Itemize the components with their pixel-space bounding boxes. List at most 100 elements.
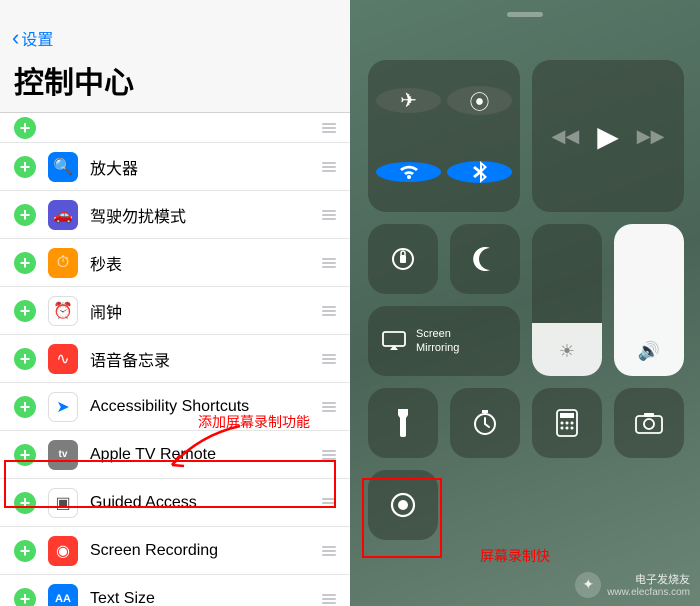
- calculator-icon: [556, 409, 578, 437]
- add-button[interactable]: [14, 117, 36, 139]
- controls-list: - 🔍放大器🚗驾驶勿扰模式⏱秒表⏰闹钟∿语音备忘录➤Accessibility …: [0, 113, 350, 606]
- watermark-logo-icon: ✦: [575, 572, 601, 598]
- row-label: Screen Recording: [90, 542, 322, 560]
- timer-icon: [471, 409, 499, 437]
- add-button[interactable]: [14, 396, 36, 418]
- row-label: 语音备忘录: [90, 347, 322, 371]
- play-icon[interactable]: ▶: [597, 120, 619, 153]
- moon-icon: [472, 246, 498, 272]
- list-row: ∿ 语音备忘录: [0, 335, 350, 383]
- row-label: 闹钟: [90, 299, 322, 323]
- add-button[interactable]: [14, 204, 36, 226]
- watermark-url: www.elecfans.com: [607, 587, 690, 598]
- do-not-disturb-button[interactable]: [450, 224, 520, 294]
- list-row: ▣ Guided Access: [0, 479, 350, 527]
- nav-header: ‹ 设置: [0, 20, 350, 54]
- reorder-handle-icon[interactable]: [322, 546, 336, 556]
- timer-button[interactable]: [450, 388, 520, 458]
- antenna-icon: ⦿: [470, 86, 490, 115]
- list-row-partial: -: [0, 113, 350, 143]
- control-center-panel: ✈ ⦿ ◀◀ ▶ ▶▶ ☀ 🔊: [350, 0, 700, 606]
- magnifier-icon: 🔍: [48, 152, 78, 182]
- wifi-icon: [397, 162, 421, 182]
- reorder-handle-icon[interactable]: [322, 354, 336, 364]
- wifi-button[interactable]: [376, 162, 441, 182]
- list-row: ⏰ 闹钟: [0, 287, 350, 335]
- settings-panel: ‹ 设置 控制中心 - 🔍放大器🚗驾驶勿扰模式⏱秒表⏰闹钟∿语音备忘录➤Acce…: [0, 0, 350, 606]
- car-icon: 🚗: [48, 200, 78, 230]
- reorder-handle-icon[interactable]: [322, 123, 336, 133]
- orientation-lock-button[interactable]: [368, 224, 438, 294]
- sun-icon: ☀: [559, 341, 575, 362]
- row-label: Guided Access: [90, 494, 322, 512]
- bluetooth-button[interactable]: [447, 161, 512, 183]
- text-size-icon: AA: [48, 584, 78, 606]
- cellular-data-button[interactable]: ⦿: [447, 86, 512, 115]
- alarm-icon: ⏰: [48, 296, 78, 326]
- add-button[interactable]: [14, 588, 36, 606]
- bluetooth-icon: [473, 161, 487, 183]
- rotation-lock-icon: [388, 244, 418, 274]
- row-label: 秒表: [90, 251, 322, 275]
- chevron-left-icon: ‹: [12, 27, 19, 49]
- reorder-handle-icon[interactable]: [322, 450, 336, 460]
- status-bar: [0, 0, 350, 20]
- row-label: 放大器: [90, 155, 322, 179]
- add-button[interactable]: [14, 444, 36, 466]
- screen-mirroring-label: Screen Mirroring: [416, 327, 459, 356]
- accessibility-icon: ➤: [48, 392, 78, 422]
- airplane-icon: ✈: [400, 88, 417, 113]
- flashlight-button[interactable]: [368, 388, 438, 458]
- apple-tv-icon: tv: [48, 440, 78, 470]
- grabber-handle-icon[interactable]: [507, 12, 543, 17]
- connectivity-card: ✈ ⦿: [368, 60, 520, 212]
- speaker-icon: 🔊: [638, 341, 660, 362]
- list-row: 🔍 放大器: [0, 143, 350, 191]
- row-label: Apple TV Remote: [90, 446, 322, 464]
- record-icon: [388, 490, 418, 520]
- reorder-handle-icon[interactable]: [322, 210, 336, 220]
- add-button[interactable]: [14, 252, 36, 274]
- reorder-handle-icon[interactable]: [322, 306, 336, 316]
- reorder-handle-icon[interactable]: [322, 162, 336, 172]
- reorder-handle-icon[interactable]: [322, 258, 336, 268]
- screen-recording-button[interactable]: [368, 470, 438, 540]
- reorder-handle-icon[interactable]: [322, 594, 336, 604]
- back-button[interactable]: ‹ 设置: [12, 26, 338, 50]
- volume-slider[interactable]: 🔊: [614, 224, 684, 376]
- row-label: 驾驶勿扰模式: [90, 203, 322, 227]
- add-button[interactable]: [14, 300, 36, 322]
- list-row: ◉Screen Recording: [0, 527, 350, 575]
- media-card[interactable]: ◀◀ ▶ ▶▶: [532, 60, 684, 212]
- flashlight-icon: [396, 409, 410, 437]
- screen-mirroring-icon: [382, 331, 406, 351]
- camera-button[interactable]: [614, 388, 684, 458]
- add-button[interactable]: [14, 348, 36, 370]
- next-track-icon[interactable]: ▶▶: [637, 126, 665, 147]
- screen-mirroring-button[interactable]: Screen Mirroring: [368, 306, 520, 376]
- brightness-slider[interactable]: ☀: [532, 224, 602, 376]
- list-row: AAText Size: [0, 575, 350, 606]
- voice-memo-icon: ∿: [48, 344, 78, 374]
- add-button[interactable]: [14, 540, 36, 562]
- control-center-grid: ✈ ⦿ ◀◀ ▶ ▶▶ ☀ 🔊: [368, 60, 682, 540]
- camera-icon: [635, 412, 663, 434]
- stopwatch-icon: ⏱: [48, 248, 78, 278]
- airplane-mode-button[interactable]: ✈: [376, 88, 441, 113]
- annotation-text-cc: 屏幕录制快: [480, 546, 550, 566]
- add-button[interactable]: [14, 156, 36, 178]
- title-bar: 控制中心: [0, 54, 350, 113]
- page-title: 控制中心: [14, 58, 336, 102]
- watermark: ✦ 电子发烧友 www.elecfans.com: [575, 571, 690, 598]
- list-row: tv Apple TV Remote: [0, 431, 350, 479]
- add-button[interactable]: [14, 492, 36, 514]
- watermark-brand: 电子发烧友: [607, 571, 690, 587]
- list-row: 🚗 驾驶勿扰模式: [0, 191, 350, 239]
- reorder-handle-icon[interactable]: [322, 498, 336, 508]
- prev-track-icon[interactable]: ◀◀: [552, 126, 580, 147]
- calculator-button[interactable]: [532, 388, 602, 458]
- annotation-text: 添加屏幕录制功能: [198, 412, 310, 432]
- list-row: ⏱ 秒表: [0, 239, 350, 287]
- reorder-handle-icon[interactable]: [322, 402, 336, 412]
- guided-access-icon: ▣: [48, 488, 78, 518]
